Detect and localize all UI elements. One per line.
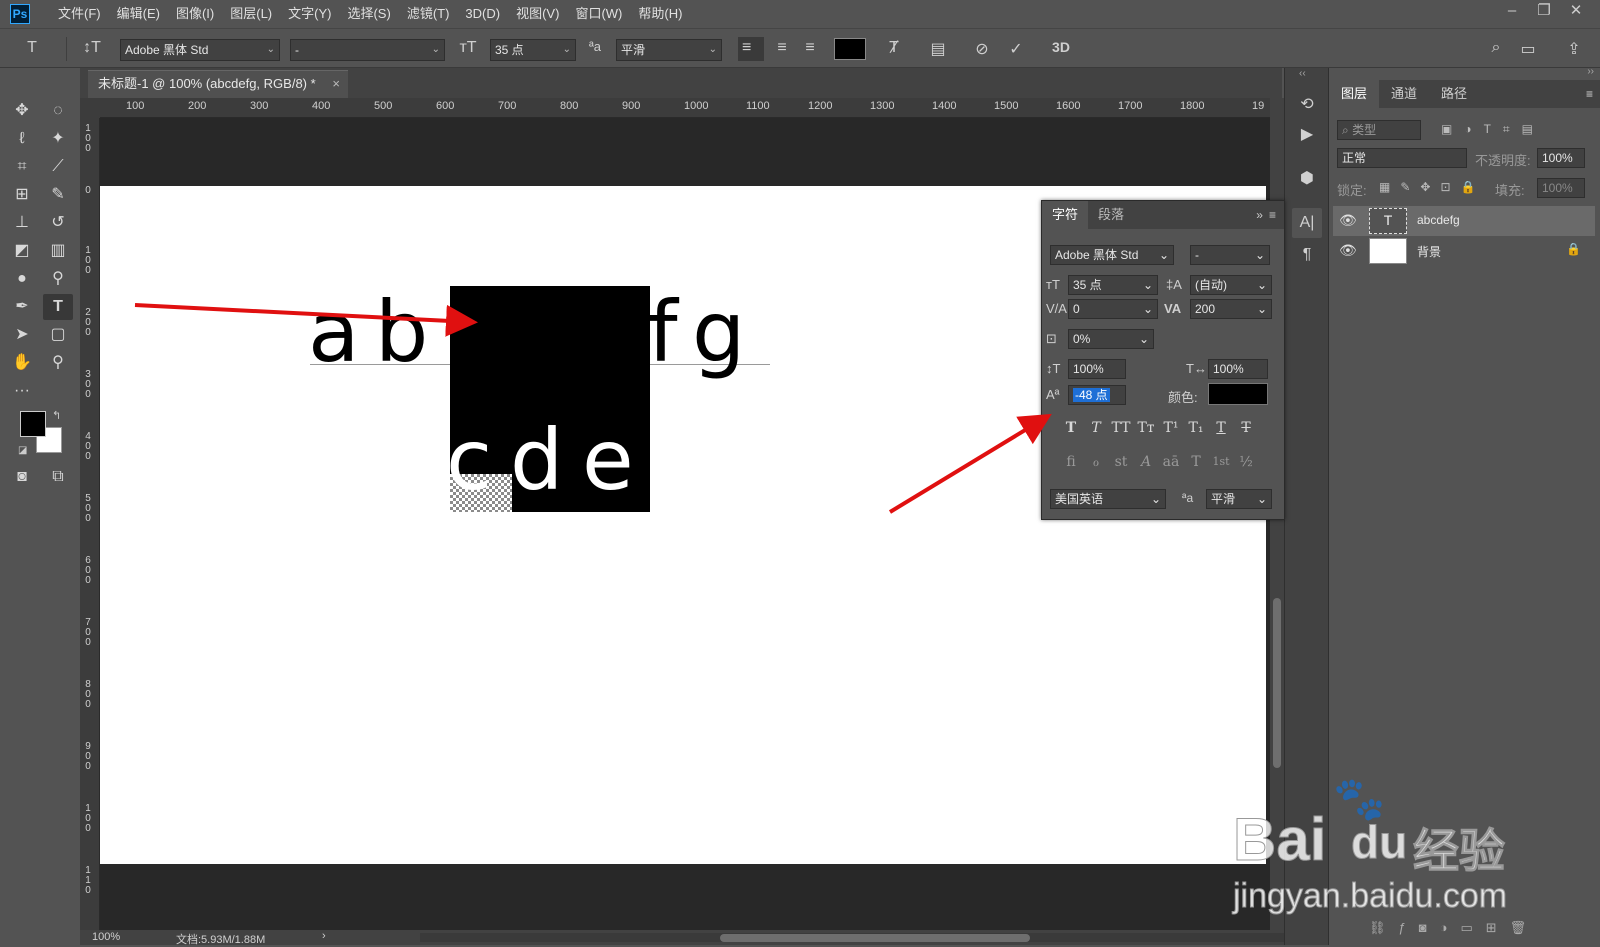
watermark-brand: Bai — [1232, 806, 1327, 874]
watermark-brand-tail: du — [1350, 816, 1408, 869]
watermark-url: jingyan.baidu.com — [1232, 877, 1508, 916]
arrow-to-selection — [134, 303, 478, 337]
foreground-color-swatch[interactable] — [20, 411, 46, 437]
baidu-jingyan-watermark: 🐾 Bai du 经验 jingyan.baidu.com — [1232, 775, 1593, 925]
watermark-cn: 经验 — [1413, 825, 1506, 878]
arrow-to-baseline-shift — [888, 413, 1052, 514]
